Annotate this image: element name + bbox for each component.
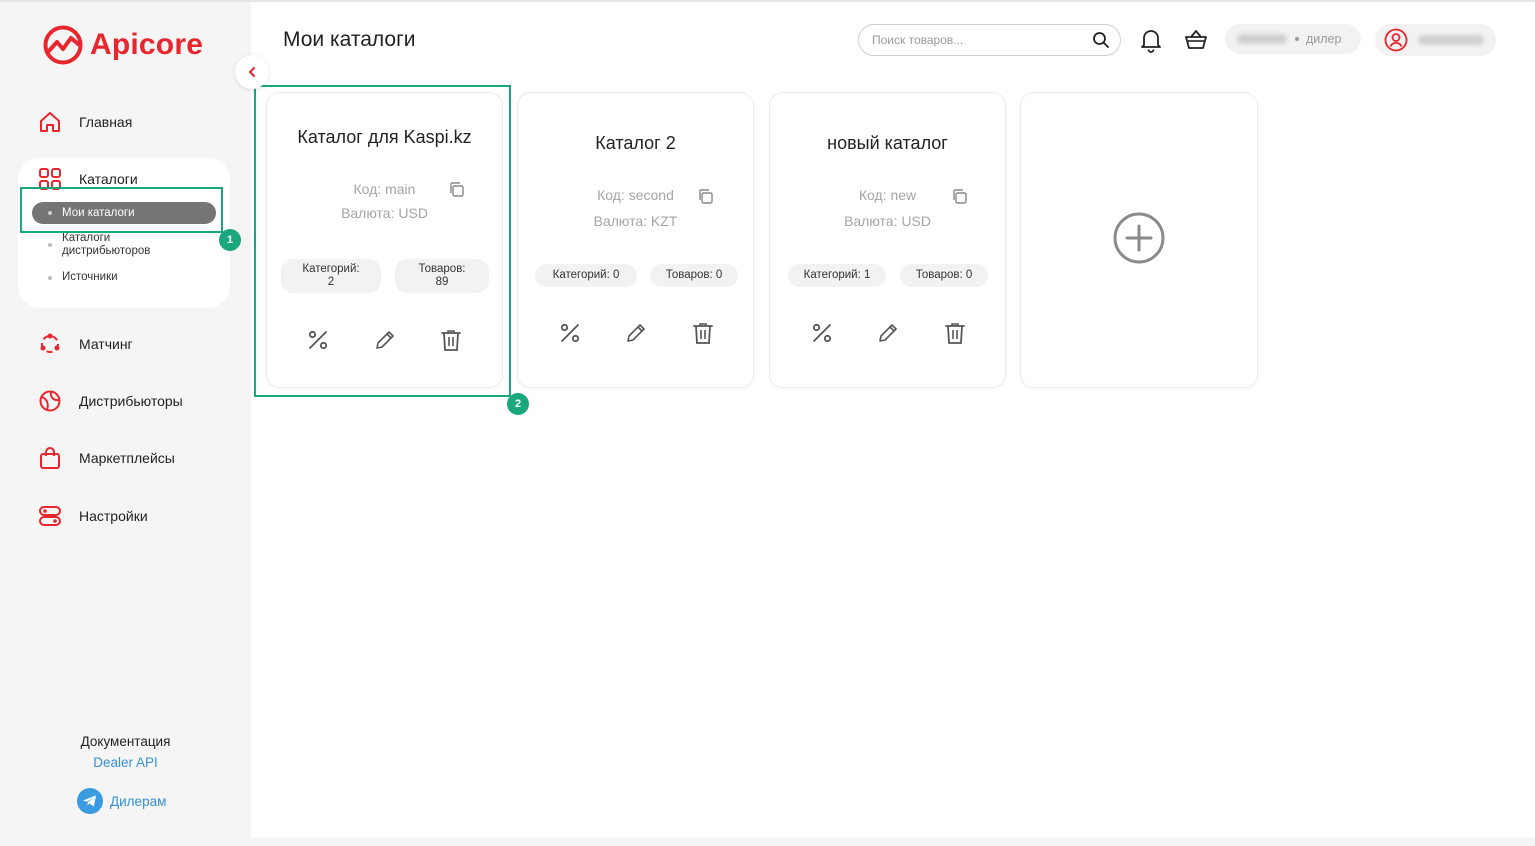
sidebar-item-marketplaces[interactable]: Маркетплейсы bbox=[38, 446, 175, 470]
annotation-highlight-2 bbox=[254, 85, 511, 397]
sidebar-subitem-label: Каталоги дистрибьюторов bbox=[62, 232, 151, 257]
edit-icon[interactable] bbox=[876, 321, 900, 345]
shopping-bag-icon bbox=[40, 447, 60, 469]
brand-name: Apicore bbox=[90, 28, 204, 61]
sidebar-item-matching[interactable]: Матчинг bbox=[38, 332, 133, 356]
matching-icon bbox=[40, 333, 60, 353]
telegram-label: Дилерам bbox=[110, 793, 167, 809]
sidebar: Apicore Главная Каталоги Мои каталоги Ка… bbox=[0, 2, 251, 838]
logo[interactable]: Apicore bbox=[42, 24, 203, 66]
globe-icon bbox=[39, 390, 61, 412]
sidebar-subitem-sources[interactable]: Источники bbox=[48, 271, 118, 284]
dealer-name-blurred bbox=[1237, 34, 1287, 44]
trash-icon[interactable] bbox=[943, 321, 967, 345]
catalog-card[interactable]: Каталог 2 Код: second Валюта: KZT Катего… bbox=[517, 92, 754, 388]
bullet bbox=[48, 243, 52, 247]
user-name-blurred bbox=[1418, 35, 1484, 45]
catalog-name: Каталог 2 bbox=[595, 133, 676, 153]
catalog-code: Код: new bbox=[858, 187, 917, 203]
sidebar-item-label: Дистрибьюторы bbox=[79, 393, 183, 409]
documentation-title: Документация bbox=[80, 734, 171, 749]
bullet bbox=[48, 275, 52, 280]
chevron-left-icon bbox=[249, 67, 255, 77]
sidebar-item-distributors[interactable]: Дистрибьюторы bbox=[38, 389, 183, 413]
catalog-currency: Валюта: USD bbox=[844, 213, 931, 229]
dealer-api-link[interactable]: Dealer API bbox=[93, 755, 158, 770]
categories-count-badge: Категорий: 1 bbox=[788, 264, 886, 287]
search-bar bbox=[858, 24, 1121, 56]
documentation-block: Документация Dealer API bbox=[0, 734, 251, 772]
sidebar-item-label: Маркетплейсы bbox=[79, 450, 175, 466]
search-input[interactable] bbox=[872, 33, 1092, 47]
trash-icon[interactable] bbox=[691, 321, 715, 345]
copy-icon[interactable] bbox=[697, 188, 714, 205]
sidebar-item-label: Каталоги bbox=[79, 171, 138, 187]
page-title: Мои каталоги bbox=[283, 28, 416, 51]
dealer-account-pill[interactable]: дилер bbox=[1225, 24, 1361, 54]
products-count-badge: Товаров: 0 bbox=[900, 264, 988, 287]
user-menu[interactable] bbox=[1375, 24, 1496, 56]
annotation-badge-2: 2 bbox=[507, 393, 529, 415]
catalog-name: новый каталог bbox=[827, 133, 948, 153]
percent-icon[interactable] bbox=[558, 321, 582, 345]
collapse-sidebar-button[interactable] bbox=[235, 55, 269, 89]
settings-icon bbox=[39, 506, 61, 526]
telegram-dealers-link[interactable]: Дилерам bbox=[77, 788, 166, 814]
catalog-card[interactable]: новый каталог Код: new Валюта: USD Катег… bbox=[769, 92, 1006, 388]
bottom-strip bbox=[0, 838, 1535, 846]
dealer-role-label: дилер bbox=[1306, 32, 1342, 46]
percent-icon[interactable] bbox=[810, 321, 834, 345]
apicore-logo-icon bbox=[43, 25, 83, 65]
edit-icon[interactable] bbox=[624, 321, 648, 345]
sidebar-subitem-distributor-catalogs[interactable]: Каталоги дистрибьюторов bbox=[48, 232, 150, 258]
home-icon bbox=[40, 112, 60, 132]
user-icon bbox=[1384, 28, 1408, 52]
products-count-badge: Товаров: 0 bbox=[650, 264, 738, 287]
annotation-highlight-1 bbox=[20, 187, 223, 233]
sidebar-item-label: Главная bbox=[79, 114, 133, 130]
add-catalog-button[interactable] bbox=[1020, 92, 1258, 388]
search-icon[interactable] bbox=[1092, 31, 1110, 49]
sidebar-subitem-label: Источники bbox=[62, 271, 118, 283]
catalog-code: Код: second bbox=[597, 187, 674, 203]
basket-icon[interactable] bbox=[1183, 27, 1209, 53]
telegram-icon bbox=[77, 788, 103, 814]
separator-dot bbox=[1295, 37, 1299, 41]
sidebar-item-settings[interactable]: Настройки bbox=[38, 504, 148, 528]
annotation-badge-1: 1 bbox=[219, 229, 241, 251]
catalog-currency: Валюта: KZT bbox=[593, 213, 678, 229]
sidebar-item-label: Настройки bbox=[79, 508, 148, 524]
categories-count-badge: Категорий: 0 bbox=[535, 264, 637, 287]
plus-circle-icon bbox=[1113, 212, 1165, 264]
copy-icon[interactable] bbox=[951, 188, 968, 205]
bell-icon[interactable] bbox=[1138, 27, 1164, 53]
sidebar-item-label: Матчинг bbox=[79, 336, 133, 352]
sidebar-item-home[interactable]: Главная bbox=[38, 110, 132, 134]
